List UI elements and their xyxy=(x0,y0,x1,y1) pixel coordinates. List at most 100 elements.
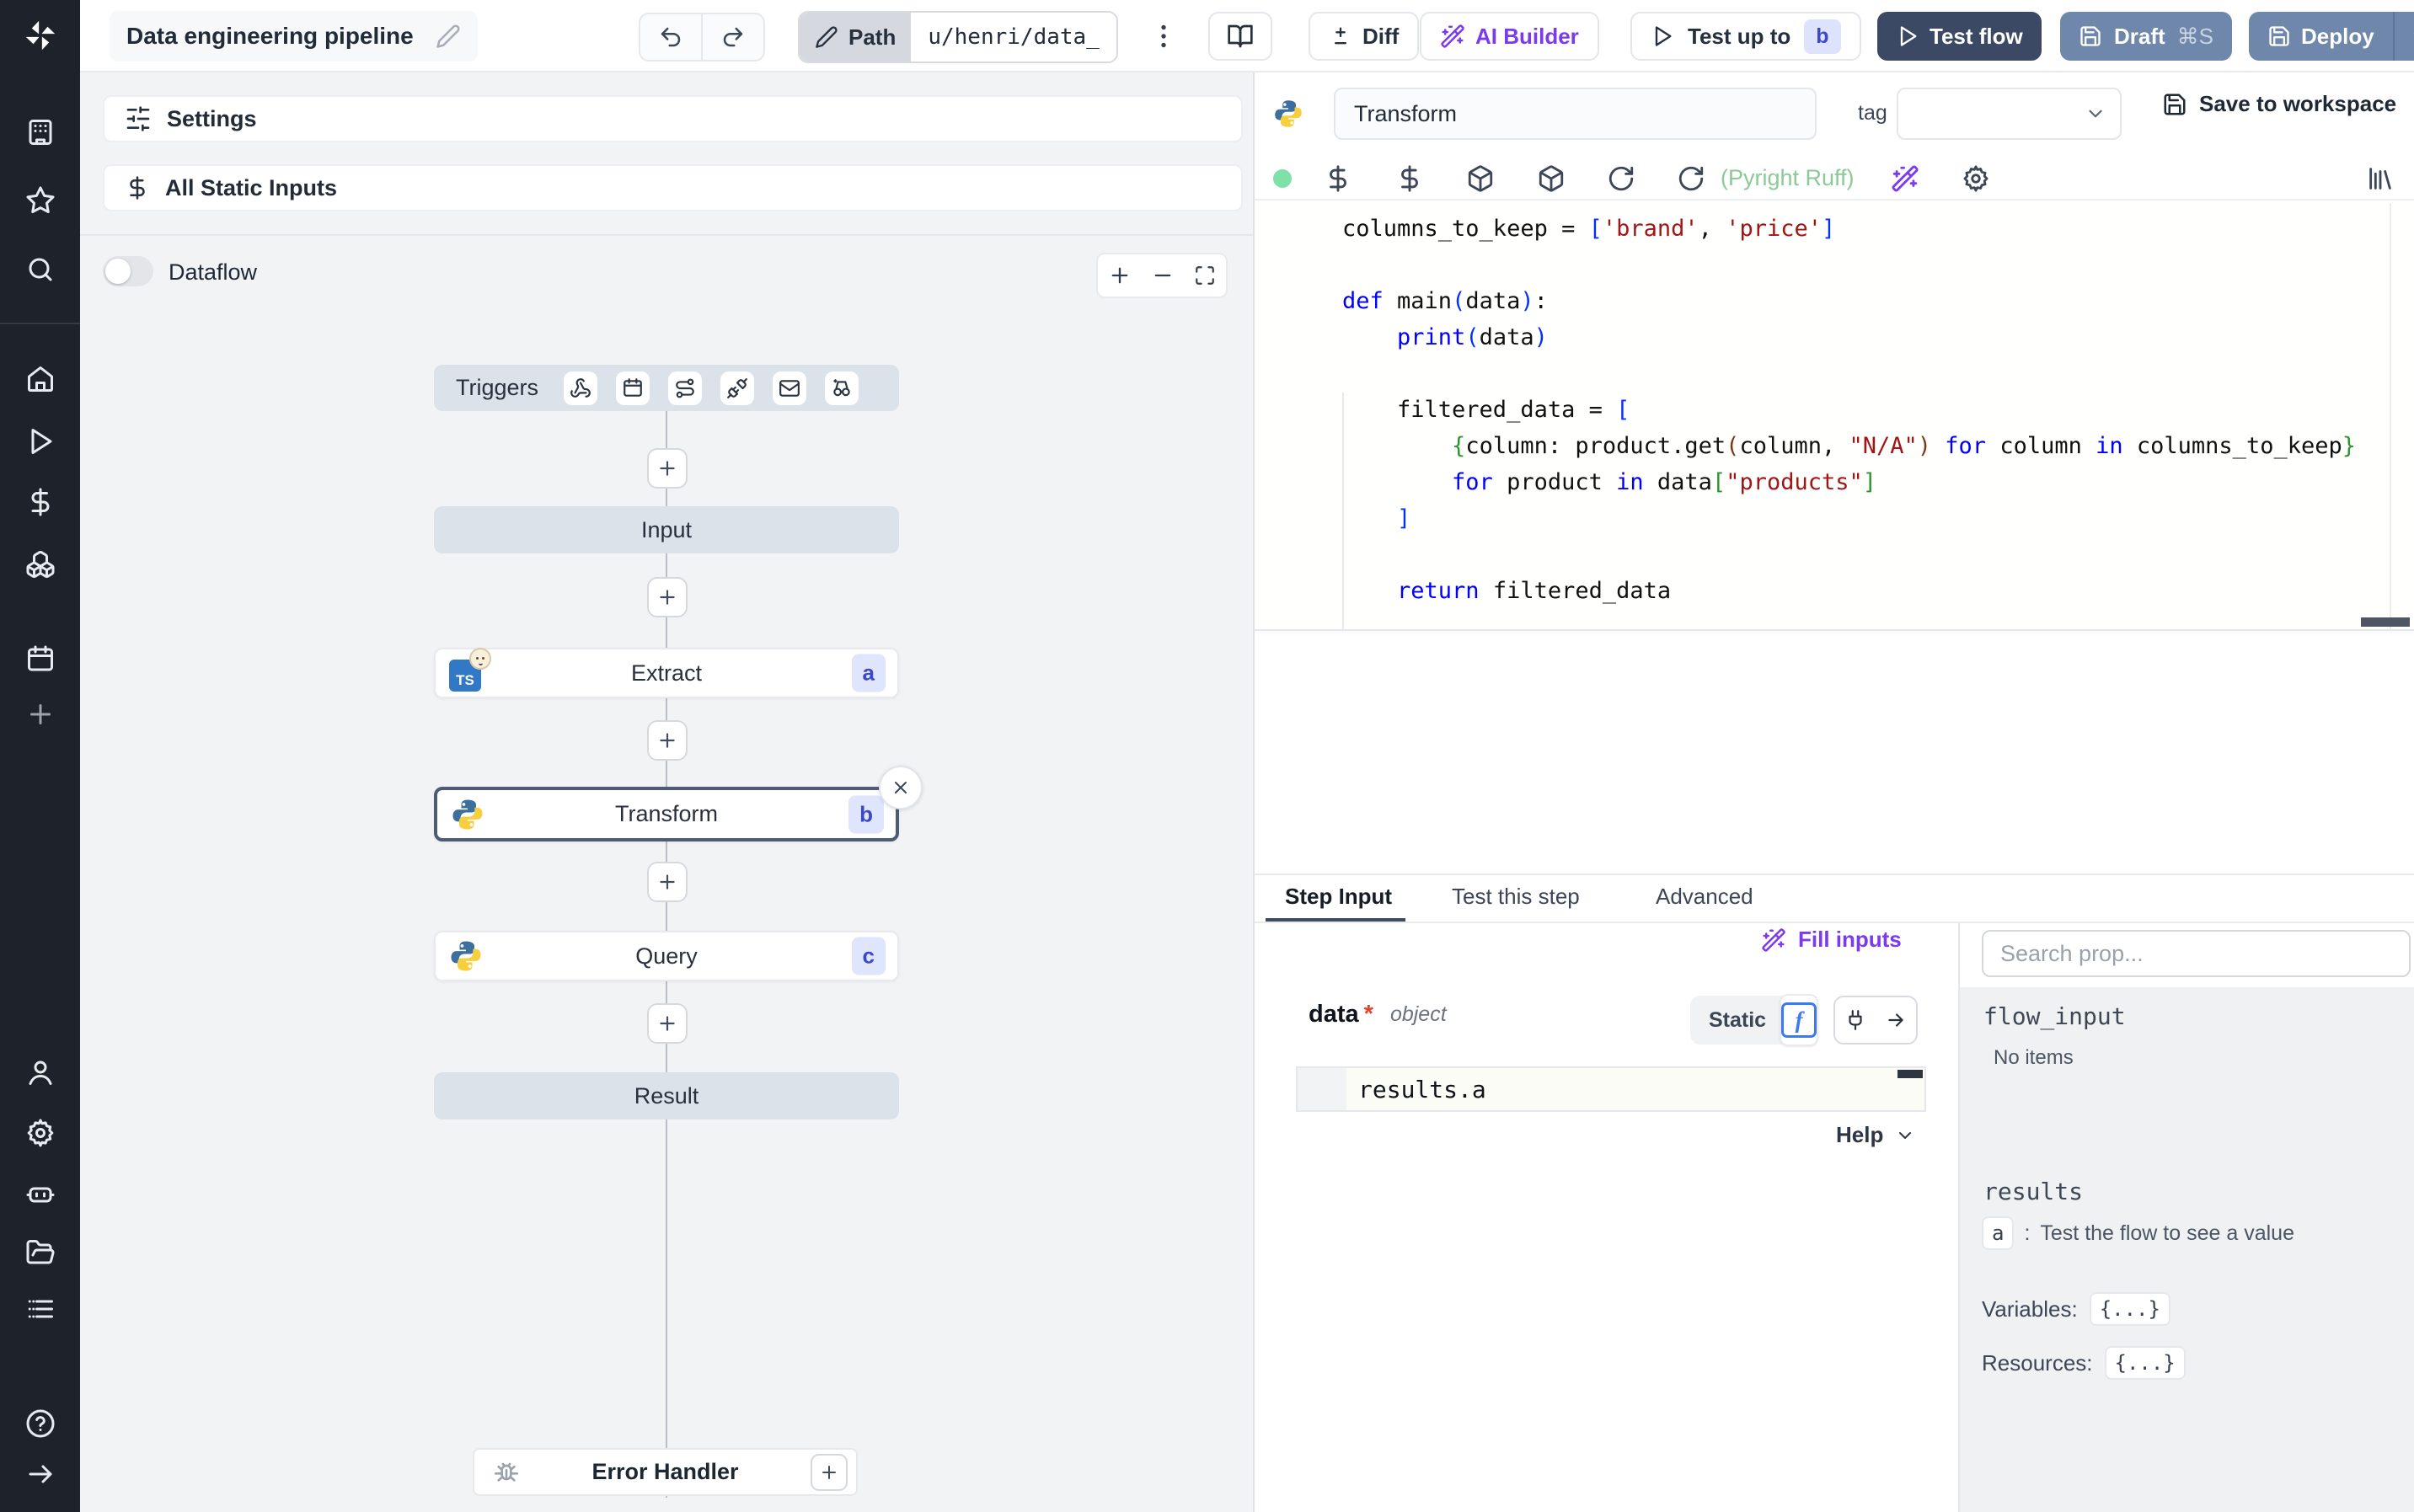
expand-sidebar-arrow-icon[interactable] xyxy=(25,1459,56,1489)
insert-step-button-2[interactable] xyxy=(647,577,688,617)
resources-icon[interactable] xyxy=(25,549,56,580)
folder-icon[interactable] xyxy=(25,1237,56,1268)
draft-button[interactable]: Draft ⌘S xyxy=(2060,12,2233,61)
favorites-star-icon[interactable] xyxy=(25,185,56,216)
tab-test-this-step[interactable]: Test this step xyxy=(1452,884,1580,910)
websocket-trigger-icon[interactable] xyxy=(720,371,755,405)
windmill-logo-icon[interactable] xyxy=(22,17,59,54)
test-up-to-button[interactable]: Test up to b xyxy=(1630,12,1861,61)
draft-shortcut: ⌘S xyxy=(2176,23,2214,49)
edit-path-button[interactable]: Path xyxy=(800,13,912,61)
variables-icon[interactable] xyxy=(25,487,56,517)
all-static-inputs-row[interactable]: All Static Inputs xyxy=(103,164,1243,211)
tab-step-input[interactable]: Step Input xyxy=(1285,884,1392,910)
add-icon[interactable] xyxy=(25,699,56,729)
bot-icon[interactable] xyxy=(25,1178,56,1209)
fit-view-icon[interactable] xyxy=(1194,264,1216,286)
extract-node[interactable]: TS Extract a xyxy=(434,648,899,698)
add-error-handler-button[interactable] xyxy=(811,1453,848,1491)
variables-picker-icon[interactable] xyxy=(1395,164,1424,193)
poll-watch-trigger-icon[interactable] xyxy=(825,371,859,405)
connect-input-button[interactable] xyxy=(1833,996,1918,1045)
diff-button[interactable]: Diff xyxy=(1309,12,1420,61)
webhook-trigger-icon[interactable] xyxy=(564,371,598,405)
tab-advanced[interactable]: Advanced xyxy=(1656,884,1753,910)
insert-step-button-1[interactable] xyxy=(647,448,688,489)
library-icon[interactable] xyxy=(2366,164,2395,193)
insert-step-button-5[interactable] xyxy=(647,1003,688,1044)
help-icon[interactable] xyxy=(25,1408,56,1439)
ai-builder-button[interactable]: AI Builder xyxy=(1420,12,1599,61)
dataflow-toggle[interactable] xyxy=(103,256,153,286)
fill-inputs-button[interactable]: Fill inputs xyxy=(1761,927,1902,953)
input-node[interactable]: Input xyxy=(434,506,899,553)
editor-settings-gear-icon[interactable] xyxy=(1962,164,1990,193)
search-icon[interactable] xyxy=(25,254,56,285)
settings-gear-icon[interactable] xyxy=(25,1118,56,1148)
error-handler-node[interactable]: Error Handler xyxy=(473,1448,858,1496)
flow-input-section-label[interactable]: flow_input xyxy=(1983,1002,2126,1030)
static-mode-label[interactable]: Static xyxy=(1709,1008,1766,1033)
reload-icon[interactable] xyxy=(1607,164,1635,193)
expression-mode-button[interactable]: f xyxy=(1780,994,1819,1046)
fill-inputs-label: Fill inputs xyxy=(1798,927,1902,952)
input-mode-toggle: Static f xyxy=(1690,994,1819,1046)
insert-step-button-4[interactable] xyxy=(647,862,688,902)
test-flow-button[interactable]: Test flow xyxy=(1877,12,2042,61)
deploy-dropdown-button[interactable] xyxy=(2392,12,2414,61)
email-trigger-icon[interactable] xyxy=(773,371,807,405)
zoom-in-icon[interactable] xyxy=(1108,264,1132,287)
schedules-icon[interactable] xyxy=(25,644,56,675)
result-node-label: Result xyxy=(634,1082,699,1109)
help-dropdown[interactable]: Help xyxy=(1836,1122,1915,1148)
reload-icon[interactable] xyxy=(1677,164,1705,193)
result-node[interactable]: Result xyxy=(434,1072,899,1119)
schedule-trigger-icon[interactable] xyxy=(616,371,650,405)
result-row[interactable]: a : Test the flow to see a value xyxy=(1982,1216,2294,1250)
home-icon[interactable] xyxy=(25,364,56,394)
undo-button[interactable] xyxy=(640,14,703,60)
docs-book-button[interactable] xyxy=(1208,12,1272,61)
redo-button[interactable] xyxy=(703,14,763,60)
expression-value: results.a xyxy=(1358,1075,1486,1103)
search-prop-input[interactable]: Search prop... xyxy=(1982,930,2411,977)
user-icon[interactable] xyxy=(25,1057,56,1087)
save-to-workspace-button[interactable]: Save to workspace xyxy=(2162,91,2396,117)
static-inputs-icon[interactable] xyxy=(1324,164,1352,193)
variables-expand-chip[interactable]: {...} xyxy=(2089,1292,2170,1326)
runs-icon[interactable] xyxy=(25,426,56,457)
step-name-input[interactable]: Transform xyxy=(1334,88,1817,140)
tag-select[interactable] xyxy=(1897,88,2122,140)
zoom-out-icon[interactable] xyxy=(1151,264,1175,287)
ai-wand-icon[interactable] xyxy=(1891,164,1919,193)
flow-title-container[interactable]: Data engineering pipeline xyxy=(110,11,478,61)
expression-editor[interactable]: results.a xyxy=(1296,1066,1926,1112)
resources-expand-chip[interactable]: {...} xyxy=(2104,1346,2186,1380)
flow-settings-row[interactable]: Settings xyxy=(103,95,1243,142)
package-icon[interactable] xyxy=(1466,164,1495,193)
variables-row[interactable]: Variables: {...} xyxy=(1982,1292,2170,1326)
path-value-field[interactable]: u/henri/data_ xyxy=(911,13,1116,61)
diff-label: Diff xyxy=(1362,23,1400,49)
remove-transform-node-button[interactable] xyxy=(879,766,923,809)
workers-list-icon[interactable] xyxy=(25,1294,56,1324)
query-node[interactable]: Query c xyxy=(434,931,899,981)
package-icon[interactable] xyxy=(1537,164,1566,193)
results-section-label[interactable]: results xyxy=(1983,1178,2083,1205)
http-route-trigger-icon[interactable] xyxy=(668,371,703,405)
editor-hscrollbar-thumb[interactable] xyxy=(2361,617,2410,627)
toolbar-divider xyxy=(1255,199,2414,200)
code-editor[interactable]: columns_to_keep = ['brand', 'price'] def … xyxy=(1255,203,2414,629)
edit-title-pencil-icon[interactable] xyxy=(436,24,461,49)
arrow-right-icon xyxy=(1888,1013,1903,1027)
triggers-bar[interactable]: Triggers xyxy=(434,365,899,411)
sidebar-divider xyxy=(0,323,80,324)
workspace-icon[interactable] xyxy=(25,117,56,147)
resources-row[interactable]: Resources: {...} xyxy=(1982,1346,2186,1380)
transform-node-selected[interactable]: Transform b xyxy=(434,787,899,841)
editor-splitter[interactable] xyxy=(1255,629,2414,631)
more-options-kebab-icon[interactable] xyxy=(1148,21,1179,51)
path-label: Path xyxy=(848,24,897,50)
insert-step-button-3[interactable] xyxy=(647,720,688,761)
deploy-button[interactable]: Deploy xyxy=(2249,12,2393,61)
